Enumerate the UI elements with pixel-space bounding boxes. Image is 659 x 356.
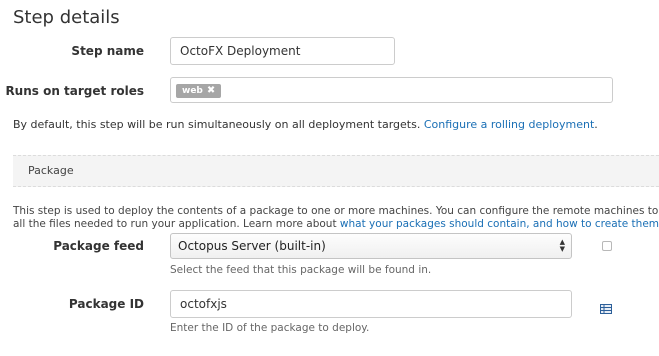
role-tag-label: web bbox=[182, 86, 203, 96]
package-feed-selected: Octopus Server (built-in) bbox=[178, 239, 326, 253]
package-description: This step is used to deploy the contents… bbox=[13, 205, 659, 231]
package-description-line1: This step is used to deploy the contents… bbox=[13, 205, 659, 217]
package-feed-label: Package feed bbox=[53, 239, 144, 253]
package-id-label: Package ID bbox=[68, 297, 144, 311]
package-feed-select[interactable]: Octopus Server (built-in) ▲ ▼ bbox=[170, 233, 572, 259]
rolling-deployment-text: By default, this step will be run simult… bbox=[13, 118, 598, 131]
rolling-suffix: . bbox=[594, 118, 598, 131]
package-library-icon[interactable] bbox=[600, 299, 612, 314]
step-name-label: Step name bbox=[71, 44, 144, 58]
page-title: Step details bbox=[13, 7, 120, 28]
target-roles-input[interactable]: web ✖ bbox=[170, 77, 613, 103]
package-description-line2: all the files needed to run your applica… bbox=[13, 218, 659, 231]
package-id-input[interactable]: octofxjs bbox=[170, 290, 572, 318]
target-roles-label: Runs on target roles bbox=[5, 84, 144, 98]
rolling-deployment-description: By default, this step will be run simult… bbox=[13, 118, 421, 131]
close-icon[interactable]: ✖ bbox=[207, 85, 215, 96]
updown-arrows-icon: ▲ ▼ bbox=[559, 238, 565, 253]
role-tag: web ✖ bbox=[176, 84, 222, 98]
configure-rolling-link[interactable]: Configure a rolling deployment bbox=[424, 118, 594, 131]
package-contents-link[interactable]: what your packages should contain, and h… bbox=[340, 218, 659, 230]
package-section-header: Package bbox=[13, 155, 659, 187]
package-section-title: Package bbox=[28, 164, 74, 177]
package-id-hint: Enter the ID of the package to deploy. bbox=[170, 322, 370, 334]
package-description-line2-text: all the files needed to run your applica… bbox=[13, 218, 337, 230]
package-feed-hint: Select the feed that this package will b… bbox=[170, 264, 432, 276]
package-feed-checkbox[interactable] bbox=[602, 241, 612, 251]
step-name-input[interactable]: OctoFX Deployment bbox=[170, 37, 395, 65]
